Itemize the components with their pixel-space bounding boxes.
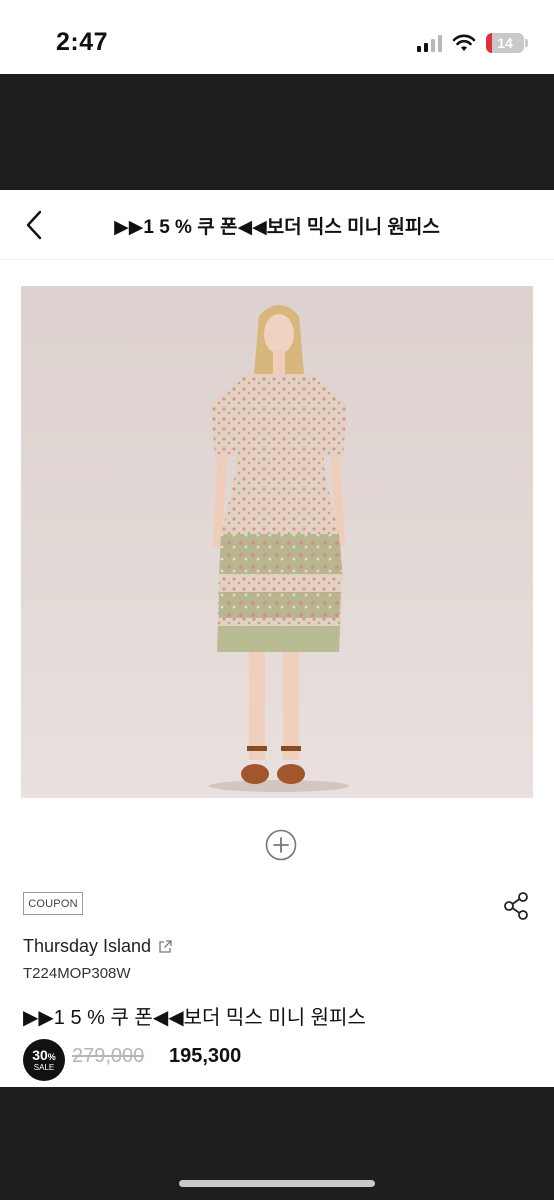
external-link-icon: [159, 939, 172, 953]
product-image[interactable]: [21, 286, 533, 798]
chevron-left-icon: [26, 210, 42, 240]
status-bar: 2:47 14: [0, 0, 554, 74]
cellular-signal-icon: [417, 34, 442, 52]
status-icons: 14: [417, 32, 528, 54]
wifi-icon: [452, 34, 476, 51]
home-indicator[interactable]: [179, 1180, 375, 1187]
product-name: ▶▶1 5 % 쿠 폰◀◀보더 믹스 미니 원피스: [23, 1007, 366, 1029]
plus-circle-icon: [265, 829, 297, 861]
share-button[interactable]: [502, 891, 532, 921]
status-time: 2:47: [56, 28, 109, 56]
sale-label: SALE: [33, 1063, 55, 1072]
battery-icon: 14: [486, 33, 528, 53]
page-title: ▶▶1 5 % 쿠 폰◀◀보더 믹스 미니 원피스: [114, 217, 440, 238]
zoom-image-button[interactable]: [265, 829, 297, 861]
sale-badge: 30% SALE: [23, 1039, 65, 1081]
battery-level: 14: [497, 35, 513, 51]
model-photo: [209, 305, 349, 792]
top-dark-band: [0, 74, 554, 190]
original-price: 279,000: [72, 1045, 145, 1067]
back-button[interactable]: [18, 206, 54, 244]
brand-name: Thursday Island: [23, 936, 152, 956]
product-code: T224MOP308W: [23, 965, 131, 982]
share-icon: [504, 892, 528, 920]
coupon-badge[interactable]: COUPON: [23, 892, 83, 915]
nav-bar: ▶▶1 5 % 쿠 폰◀◀보더 믹스 미니 원피스: [0, 190, 554, 260]
discount-value: 30%: [32, 1047, 56, 1063]
current-price: 195,300: [169, 1045, 242, 1067]
brand-link[interactable]: Thursday Island: [23, 936, 173, 957]
